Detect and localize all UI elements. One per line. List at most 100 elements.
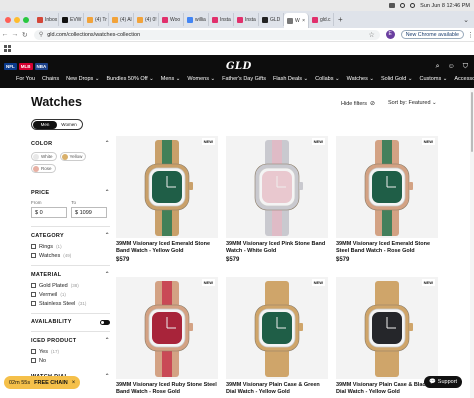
checkbox[interactable] [31, 244, 36, 249]
checkbox[interactable] [31, 358, 36, 363]
profile-avatar[interactable]: E [385, 30, 395, 39]
nav-item[interactable]: Accessories ⌄ [454, 76, 474, 82]
menubar-clock[interactable]: Sun Jun 8 12:46 PM [420, 3, 470, 9]
nav-item[interactable]: Bundles 50% Off ⌄ [106, 76, 153, 82]
browser-tab[interactable]: Insta [234, 13, 259, 26]
browser-tab[interactable]: (4) Tr [84, 13, 109, 26]
checkbox[interactable] [31, 292, 36, 297]
browser-tab[interactable]: Insta [209, 13, 234, 26]
product-card[interactable]: NEW 39MM Visionary Iced Emerald Stone Ste… [336, 136, 438, 263]
search-icon[interactable]: ⌕ [436, 63, 440, 71]
product-name[interactable]: 39MM Visionary Plain Case & Black Dial W… [336, 382, 438, 396]
new-tab-button[interactable]: + [334, 15, 347, 24]
nav-item[interactable]: Collabs ⌄ [315, 76, 339, 82]
product-card[interactable]: NEW 39MM Visionary Iced Ruby Stone Steel … [116, 277, 218, 396]
cart-icon[interactable]: ⛉ [463, 63, 468, 71]
product-card[interactable]: NEW 39MM Visionary Iced Pink Stone Band W… [226, 136, 328, 263]
nav-item[interactable]: Womens ⌄ [187, 76, 215, 82]
hide-filters-button[interactable]: Hide filters ⊘ [341, 100, 375, 108]
availability-toggle[interactable] [100, 319, 110, 325]
product-image[interactable]: NEW [226, 277, 328, 379]
scrollbar-thumb[interactable] [471, 92, 473, 152]
minimize-window-button[interactable] [14, 16, 20, 23]
color-swatch-option[interactable]: Yellow [59, 152, 87, 161]
close-window-button[interactable] [5, 16, 11, 23]
browser-menu-icon[interactable]: ⋮ [467, 31, 474, 39]
nav-item[interactable]: New Drops ⌄ [66, 76, 99, 82]
filter-price-header[interactable]: PRICE ⌃ [31, 189, 110, 197]
battery-icon[interactable] [389, 3, 396, 8]
product-name[interactable]: 39MM Visionary Iced Emerald Stone Band W… [116, 241, 218, 255]
zoom-window-button[interactable] [23, 16, 29, 23]
filter-color-header[interactable]: COLOR ⌃ [31, 140, 110, 148]
free-chain-promo-button[interactable]: 02m 55s FREE CHAIN × [4, 376, 81, 389]
nfl-logo-icon[interactable]: NFL [4, 63, 17, 70]
browser-tab[interactable]: (4) 0! [134, 13, 159, 26]
product-card[interactable]: NEW 39MM Visionary Plain Case & Green Dia… [226, 277, 328, 396]
checkbox[interactable] [31, 301, 36, 306]
gender-women-button[interactable]: Women [57, 121, 81, 129]
browser-tab[interactable]: willia [184, 13, 209, 26]
product-image[interactable]: NEW [336, 277, 438, 379]
filter-option[interactable]: Gold Plated (38) [31, 281, 110, 290]
filter-iced-header[interactable]: ICED PRODUCT ⌃ [31, 337, 110, 345]
nav-item[interactable]: Watches ⌄ [347, 76, 374, 82]
close-tab-icon[interactable]: × [302, 18, 305, 24]
filter-option[interactable]: Yes (17) [31, 347, 110, 356]
product-image[interactable]: NEW [116, 136, 218, 238]
nav-item[interactable]: For You [16, 76, 35, 82]
filter-material-header[interactable]: MATERIAL ⌃ [31, 271, 110, 279]
control-center-icon[interactable] [410, 3, 416, 8]
checkbox[interactable] [31, 253, 36, 258]
product-name[interactable]: 39MM Visionary Iced Pink Stone Band Watc… [226, 241, 328, 255]
filter-option[interactable]: Vermeil (1) [31, 290, 110, 299]
product-name[interactable]: 39MM Visionary Iced Emerald Stone Steel … [336, 241, 438, 255]
browser-tab[interactable]: gld.c [309, 13, 334, 26]
browser-tab[interactable]: Woo [159, 13, 184, 26]
back-icon[interactable]: ← [0, 31, 10, 38]
product-card[interactable]: NEW 39MM Visionary Iced Emerald Stone Ban… [116, 136, 218, 263]
reload-icon[interactable]: ↻ [20, 31, 30, 39]
nav-item[interactable]: Solid Gold ⌄ [381, 76, 413, 82]
color-swatch-option[interactable]: White [31, 152, 57, 161]
product-image[interactable]: NEW [226, 136, 328, 238]
filter-option[interactable]: Stainless Steel (31) [31, 299, 110, 308]
product-image[interactable]: NEW [116, 277, 218, 379]
bookmark-star-icon[interactable]: ☆ [368, 31, 374, 39]
support-chat-button[interactable]: 💬 Support [424, 376, 462, 388]
checkbox[interactable] [31, 283, 36, 288]
nav-item[interactable]: Flash Deals ⌄ [273, 76, 308, 82]
browser-tab[interactable]: W × [284, 13, 309, 28]
address-bar[interactable]: ⚲ gld.com/collections/watches-collection… [33, 29, 380, 40]
browser-tab[interactable]: EVW [59, 13, 84, 26]
browser-tab[interactable]: (4) Al [109, 13, 134, 26]
filter-option[interactable]: No [31, 356, 110, 365]
close-icon[interactable]: × [72, 380, 76, 386]
tab-search-icon[interactable]: ⌄ [463, 16, 469, 24]
new-chrome-available-button[interactable]: New Chrome available [400, 30, 464, 39]
price-from-input[interactable]: $ 0 [31, 207, 67, 218]
product-card[interactable]: NEW 39MM Visionary Plain Case & Black Dia… [336, 277, 438, 396]
mlb-logo-icon[interactable]: MLB [18, 63, 33, 70]
product-name[interactable]: 39MM Visionary Iced Ruby Stone Steel Ban… [116, 382, 218, 396]
browser-tab[interactable]: GLD [259, 13, 284, 26]
account-icon[interactable]: ☺ [448, 63, 455, 71]
product-name[interactable]: 39MM Visionary Plain Case & Green Dial W… [226, 382, 328, 396]
apps-grid-icon[interactable] [4, 45, 11, 52]
site-logo[interactable]: GLD [226, 61, 252, 72]
color-swatch-option[interactable]: Rose [31, 164, 56, 173]
nav-item[interactable]: Mens ⌄ [161, 76, 181, 82]
browser-tab[interactable]: Inbox [34, 13, 59, 26]
product-image[interactable]: NEW [336, 136, 438, 238]
filter-category-header[interactable]: CATEGORY ⌃ [31, 232, 110, 240]
wifi-icon[interactable] [400, 3, 406, 8]
checkbox[interactable] [31, 349, 36, 354]
sort-dropdown[interactable]: Sort by: Featured ⌄ [388, 100, 437, 106]
nba-logo-icon[interactable]: NBA [34, 63, 49, 70]
nav-item[interactable]: Customs ⌄ [420, 76, 448, 82]
filter-option[interactable]: Rings (1) [31, 242, 110, 251]
nav-item[interactable]: Chains [42, 76, 59, 82]
nav-item[interactable]: Father's Day Gifts [222, 76, 266, 82]
price-to-input[interactable]: $ 1099 [71, 207, 107, 218]
forward-icon[interactable]: → [10, 31, 20, 38]
